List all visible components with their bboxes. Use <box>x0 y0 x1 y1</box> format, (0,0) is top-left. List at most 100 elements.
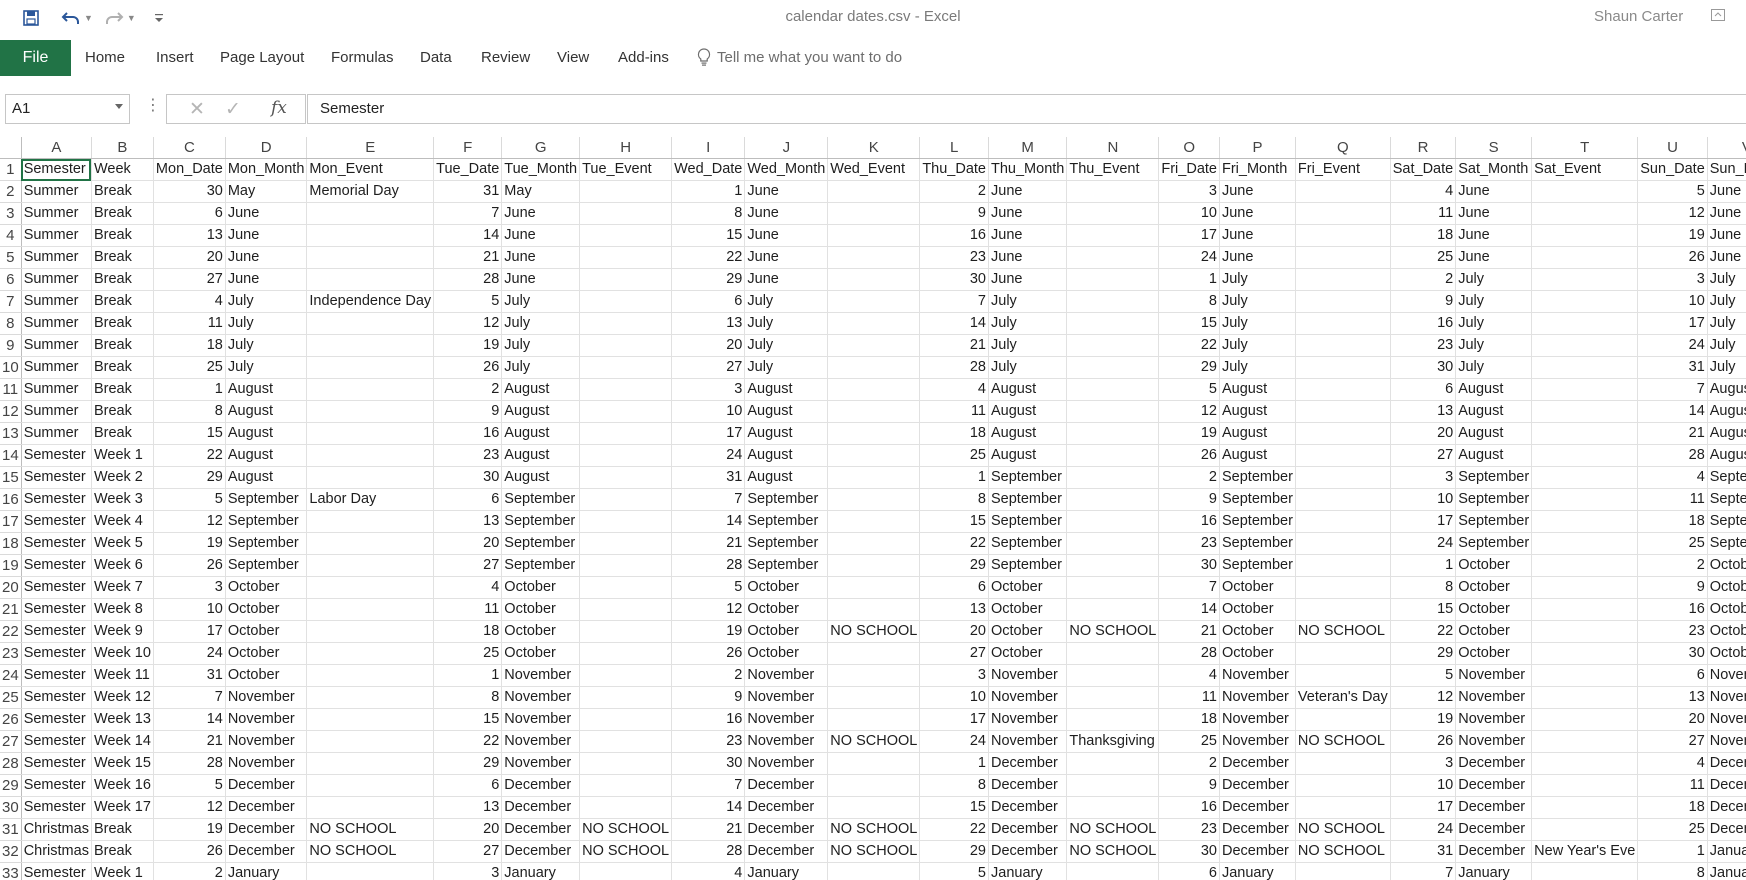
cell[interactable]: 19 <box>1158 422 1220 445</box>
cell[interactable]: September <box>744 510 829 533</box>
cell[interactable] <box>306 422 435 445</box>
cell[interactable] <box>827 774 921 797</box>
cell[interactable] <box>1066 334 1160 357</box>
cell[interactable]: October <box>501 642 581 665</box>
cell[interactable]: October <box>744 576 829 599</box>
cell[interactable]: 4 <box>1637 466 1708 489</box>
cell[interactable] <box>1066 576 1160 599</box>
cell[interactable]: August <box>1455 378 1533 401</box>
cell[interactable]: December <box>744 774 829 797</box>
cell[interactable] <box>1531 444 1639 467</box>
row-header[interactable]: 13 <box>0 422 22 445</box>
cell[interactable]: August <box>744 466 829 489</box>
cell[interactable]: Week 15 <box>91 752 154 775</box>
cell[interactable]: November <box>744 708 829 731</box>
cell[interactable]: Break <box>91 356 154 379</box>
cell[interactable]: 11 <box>1158 686 1220 709</box>
cell[interactable]: November <box>1707 708 1746 731</box>
cell[interactable]: Break <box>91 290 154 313</box>
tab-review[interactable]: Review <box>481 49 530 66</box>
column-header[interactable]: F <box>433 137 503 159</box>
cell[interactable] <box>579 796 673 819</box>
cell[interactable]: 8 <box>1158 290 1220 313</box>
cell[interactable]: 5 <box>1158 378 1220 401</box>
row-header[interactable]: 2 <box>0 180 22 203</box>
cell[interactable] <box>1295 180 1391 203</box>
cell[interactable]: 3 <box>1390 466 1457 489</box>
cell[interactable]: June <box>744 180 829 203</box>
cell[interactable] <box>306 554 435 577</box>
cell[interactable]: September <box>1219 488 1296 511</box>
cell[interactable]: Semester <box>21 598 92 621</box>
cell[interactable]: Week 8 <box>91 598 154 621</box>
cell[interactable]: December <box>501 818 581 841</box>
cell[interactable]: October <box>1219 576 1296 599</box>
cell[interactable]: November <box>744 686 829 709</box>
cell[interactable] <box>1531 774 1639 797</box>
cell[interactable]: December <box>744 796 829 819</box>
cell[interactable]: October <box>1455 642 1533 665</box>
row-header[interactable]: 29 <box>0 774 22 797</box>
cell[interactable]: 1 <box>919 752 989 775</box>
cell[interactable]: January <box>225 862 308 880</box>
cell[interactable]: Mon_Date <box>153 158 226 181</box>
cell[interactable]: 21 <box>919 334 989 357</box>
cell[interactable] <box>306 246 435 269</box>
cell[interactable]: NO SCHOOL <box>579 840 673 863</box>
cell[interactable]: June <box>501 268 581 291</box>
cell[interactable]: June <box>1707 246 1746 269</box>
cell[interactable]: 10 <box>1390 488 1457 511</box>
column-header[interactable]: M <box>988 137 1068 159</box>
cell[interactable] <box>1295 752 1391 775</box>
cell[interactable] <box>579 400 673 423</box>
cell[interactable]: September <box>1707 532 1746 555</box>
cell[interactable] <box>1531 532 1639 555</box>
cell[interactable]: December <box>1219 752 1296 775</box>
cell[interactable]: August <box>501 466 581 489</box>
cell[interactable] <box>827 180 921 203</box>
cell[interactable]: 11 <box>1390 202 1457 225</box>
cell[interactable]: January <box>501 862 581 880</box>
cell[interactable]: 28 <box>1637 444 1708 467</box>
enter-check-icon[interactable]: ✓ <box>225 98 241 121</box>
cell[interactable]: 6 <box>153 202 226 225</box>
row-header[interactable]: 7 <box>0 290 22 313</box>
cell[interactable] <box>1295 334 1391 357</box>
cell[interactable] <box>306 532 435 555</box>
cell[interactable]: November <box>501 708 581 731</box>
tab-insert[interactable]: Insert <box>156 49 194 66</box>
cell[interactable]: Break <box>91 202 154 225</box>
cell[interactable]: October <box>988 642 1068 665</box>
cell[interactable]: July <box>501 334 581 357</box>
cell[interactable]: 17 <box>919 708 989 731</box>
cell[interactable]: 5 <box>153 774 226 797</box>
cell[interactable]: 16 <box>671 708 746 731</box>
cell[interactable]: 18 <box>153 334 226 357</box>
cell[interactable]: 14 <box>919 312 989 335</box>
cell[interactable] <box>1531 334 1639 357</box>
cell[interactable]: 29 <box>1158 356 1220 379</box>
cell[interactable]: December <box>1455 818 1533 841</box>
cell[interactable]: July <box>501 356 581 379</box>
cell[interactable] <box>579 466 673 489</box>
cell[interactable]: 10 <box>153 598 226 621</box>
cell[interactable] <box>827 290 921 313</box>
cell[interactable]: 18 <box>1637 510 1708 533</box>
cell[interactable] <box>1531 620 1639 643</box>
cell[interactable] <box>1066 466 1160 489</box>
cell[interactable]: Wed_Date <box>671 158 746 181</box>
cell[interactable]: 16 <box>1158 796 1220 819</box>
row-header[interactable]: 5 <box>0 246 22 269</box>
cell[interactable] <box>1066 686 1160 709</box>
row-header[interactable]: 20 <box>0 576 22 599</box>
cell[interactable]: 26 <box>1158 444 1220 467</box>
cell[interactable] <box>306 774 435 797</box>
cell[interactable]: 28 <box>153 752 226 775</box>
cell[interactable] <box>1295 796 1391 819</box>
cell[interactable] <box>1531 576 1639 599</box>
cell[interactable]: 19 <box>153 532 226 555</box>
cell[interactable]: June <box>501 224 581 247</box>
cell[interactable]: 3 <box>153 576 226 599</box>
cell[interactable]: Semester <box>21 774 92 797</box>
cell[interactable] <box>579 620 673 643</box>
